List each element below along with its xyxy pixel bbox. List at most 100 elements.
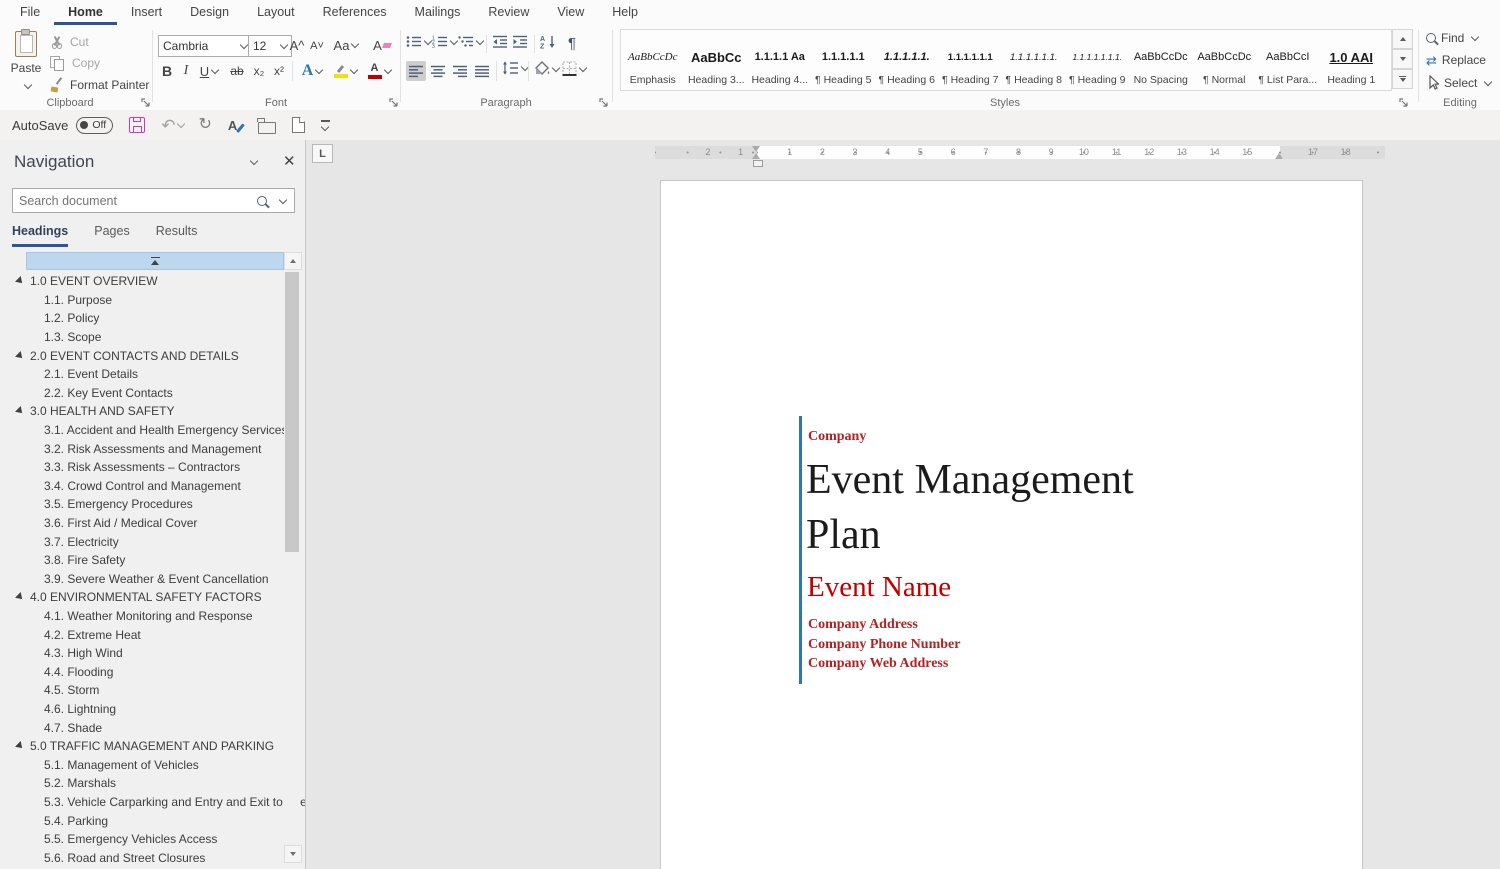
doc-company-text[interactable]: Company: [808, 429, 866, 445]
collapse-triangle-icon[interactable]: [15, 407, 25, 417]
format-painter-button[interactable]: Format Painter: [50, 77, 149, 92]
right-indent-marker[interactable]: [1275, 153, 1283, 159]
nav-heading-item[interactable]: 5.0 TRAFFIC MANAGEMENT AND PARKING: [0, 737, 283, 756]
new-document-icon[interactable]: [292, 117, 305, 133]
style-item[interactable]: AaBbCcDc Emphasis: [621, 30, 685, 90]
undo-chevron-icon[interactable]: [177, 120, 185, 128]
font-dialog-launcher[interactable]: [388, 97, 400, 109]
find-button[interactable]: Find: [1426, 31, 1478, 45]
font-family-select[interactable]: Cambria: [158, 35, 252, 57]
styles-scroll-down-button[interactable]: [1392, 49, 1413, 69]
clear-formatting-button[interactable]: A: [370, 35, 394, 55]
shrink-font-button[interactable]: A˅: [308, 37, 326, 55]
left-indent-marker[interactable]: [753, 160, 763, 167]
draw-pen-icon[interactable]: A: [228, 118, 242, 133]
shading-button[interactable]: [534, 61, 559, 76]
superscript-button[interactable]: x²: [270, 61, 288, 81]
style-item[interactable]: AaBbCcDc ¶ Normal: [1193, 30, 1257, 90]
style-item[interactable]: AaBbCc Heading 3...: [685, 30, 749, 90]
subscript-button[interactable]: x₂: [250, 61, 268, 81]
align-center-button[interactable]: [428, 61, 448, 81]
paste-button[interactable]: Paste: [8, 31, 44, 93]
open-folder-icon[interactable]: [258, 122, 276, 134]
nav-heading-item[interactable]: 4.4. Flooding: [0, 662, 283, 681]
font-color-button[interactable]: A: [364, 61, 394, 81]
justify-button[interactable]: [472, 61, 492, 81]
collapse-triangle-icon[interactable]: [15, 276, 25, 286]
nav-heading-item[interactable]: 3.7. Electricity: [0, 532, 283, 551]
nav-tab[interactable]: Results: [156, 224, 198, 247]
nav-heading-item[interactable]: 4.7. Shade: [0, 718, 283, 737]
nav-scrollbar-thumb[interactable]: [285, 272, 299, 552]
nav-heading-item[interactable]: 3.9. Severe Weather & Event Cancellation: [0, 570, 283, 589]
sort-button[interactable]: AZ: [540, 35, 557, 49]
nav-heading-item[interactable]: 4.3. High Wind: [0, 644, 283, 663]
nav-heading-item[interactable]: 1.3. Scope: [0, 328, 283, 347]
nav-heading-item[interactable]: 4.6. Lightning: [0, 700, 283, 719]
replace-button[interactable]: ⇄ Replace: [1426, 53, 1486, 67]
ribbon-tab[interactable]: Design: [176, 0, 243, 25]
nav-heading-item[interactable]: 3.1. Accident and Health Emergency Servi…: [0, 421, 283, 440]
jump-to-top-row[interactable]: [26, 252, 284, 270]
ribbon-tab[interactable]: Insert: [117, 0, 176, 25]
styles-scroll-up-button[interactable]: [1392, 29, 1413, 49]
style-item[interactable]: 1.0 AAI Heading 1: [1320, 30, 1384, 90]
doc-event-name-text[interactable]: Event Name: [807, 571, 951, 604]
nav-heading-item[interactable]: 5.6. Road and Street Closures: [0, 848, 283, 867]
style-item[interactable]: AaBbCcDc No Spacing: [1129, 30, 1193, 90]
text-effects-button[interactable]: A: [298, 61, 326, 81]
nav-tab[interactable]: Headings: [12, 224, 68, 247]
nav-heading-item[interactable]: 3.4. Crowd Control and Management: [0, 477, 283, 496]
nav-heading-item[interactable]: 2.2. Key Event Contacts: [0, 384, 283, 403]
ribbon-tab[interactable]: References: [309, 0, 401, 25]
autosave-toggle[interactable]: Off: [76, 117, 113, 134]
change-case-button[interactable]: Aa: [332, 35, 360, 55]
style-item[interactable]: 1.1.1.1.1.1. ¶ Heading 8: [1002, 30, 1066, 90]
nav-heading-item[interactable]: 3.6. First Aid / Medical Cover: [0, 514, 283, 533]
italic-button[interactable]: I: [178, 61, 194, 81]
show-paragraph-marks-button[interactable]: ¶: [562, 33, 582, 53]
borders-button[interactable]: [562, 61, 586, 76]
nav-heading-item[interactable]: 5.2. Marshals: [0, 774, 283, 793]
redo-icon[interactable]: ↻: [198, 117, 211, 133]
ribbon-tab[interactable]: File: [6, 0, 54, 25]
style-item[interactable]: 1.1.1.1.1.1.1. ¶ Heading 9: [1066, 30, 1130, 90]
nav-heading-item[interactable]: 4.2. Extreme Heat: [0, 625, 283, 644]
close-icon[interactable]: ✕: [283, 154, 296, 169]
nav-heading-item[interactable]: 5.4. Parking: [0, 811, 283, 830]
nav-heading-item[interactable]: 1.2. Policy: [0, 309, 283, 328]
highlight-color-button[interactable]: [330, 61, 360, 81]
hanging-indent-marker[interactable]: [752, 153, 760, 159]
bold-button[interactable]: B: [158, 61, 176, 81]
style-item[interactable]: 1.1.1.1 Aa Heading 4...: [748, 30, 812, 90]
navigation-options-chevron-icon[interactable]: [250, 157, 258, 165]
styles-dialog-launcher[interactable]: [1398, 97, 1410, 109]
collapse-triangle-icon[interactable]: [15, 741, 25, 751]
ribbon-tab[interactable]: Layout: [243, 0, 309, 25]
nav-heading-item[interactable]: 2.0 EVENT CONTACTS AND DETAILS: [0, 346, 283, 365]
grow-font-button[interactable]: A^: [288, 35, 306, 55]
nav-scroll-up-button[interactable]: [284, 252, 302, 270]
first-line-indent-marker[interactable]: [752, 146, 760, 152]
bullets-button[interactable]: [406, 35, 431, 48]
nav-heading-item[interactable]: 3.2. Risk Assessments and Management: [0, 439, 283, 458]
style-item[interactable]: 1.1.1.1.1.1 ¶ Heading 7: [939, 30, 1003, 90]
ribbon-tab[interactable]: Mailings: [401, 0, 475, 25]
align-right-button[interactable]: [450, 61, 470, 81]
cut-button[interactable]: Cut: [50, 35, 89, 49]
doc-title-text[interactable]: Event Management Plan: [806, 453, 1206, 563]
nav-heading-item[interactable]: 3.5. Emergency Procedures: [0, 495, 283, 514]
ribbon-tab[interactable]: Review: [474, 0, 543, 25]
clipboard-dialog-launcher[interactable]: [140, 97, 152, 109]
doc-address-block[interactable]: Company AddressCompany Phone NumberCompa…: [808, 615, 960, 674]
nav-heading-item[interactable]: 5.5. Emergency Vehicles Access: [0, 830, 283, 849]
nav-heading-item[interactable]: 5.3. Vehicle Carparking and Entry and Ex…: [0, 793, 283, 812]
nav-heading-item[interactable]: 2.1. Event Details: [0, 365, 283, 384]
doc-address-line[interactable]: Company Phone Number: [808, 635, 960, 655]
undo-icon[interactable]: ↶: [161, 117, 175, 134]
nav-scroll-down-button[interactable]: [284, 845, 302, 863]
paragraph-dialog-launcher[interactable]: [598, 97, 610, 109]
nav-heading-item[interactable]: 3.8. Fire Safety: [0, 551, 283, 570]
select-button[interactable]: Select: [1426, 75, 1491, 90]
search-options-chevron-icon[interactable]: [279, 195, 287, 203]
